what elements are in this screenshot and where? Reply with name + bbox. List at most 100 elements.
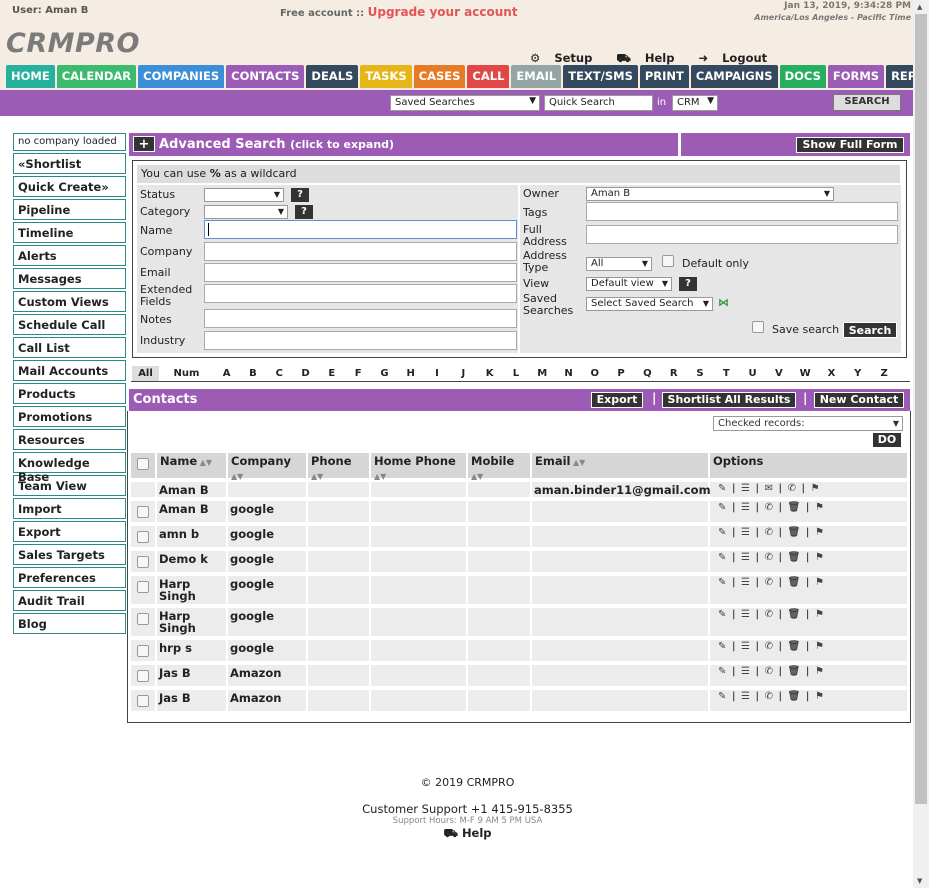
edit-icon[interactable]: ✎ [718,577,727,588]
alpha-filter-z[interactable]: Z [870,366,897,381]
trash-icon[interactable]: 🗑 [788,552,802,563]
list-icon[interactable]: ☰ [741,691,751,702]
email-link[interactable] [532,640,708,661]
flag-icon[interactable]: ⚑ [815,577,825,588]
show-full-form-button[interactable]: Show Full Form [796,137,904,153]
nav-tab-call[interactable]: CALL [467,65,510,88]
flag-icon[interactable]: ⚑ [815,552,825,563]
status-select[interactable]: ▼ [204,188,284,202]
quick-search-input[interactable]: Quick Search [544,95,653,111]
phone-icon[interactable]: ✆ [765,502,774,513]
alpha-filter-h[interactable]: H [397,366,424,381]
name-input[interactable] [204,220,517,239]
mail-icon[interactable]: ✉ [765,483,774,494]
sort-icon[interactable]: ▲▼ [311,472,323,481]
contact-name-link[interactable]: Aman B [157,482,226,497]
search-button[interactable]: SEARCH [833,94,901,111]
sidebar-item-promotions[interactable]: Promotions [13,406,126,427]
contact-name-link[interactable]: Jas B [157,665,226,686]
company-link[interactable]: google [228,551,306,572]
vertical-scrollbar[interactable]: ▲ ▼ [913,0,929,888]
expand-icon[interactable]: + [133,136,155,152]
edit-icon[interactable]: ✎ [718,502,727,513]
contact-name-link[interactable]: hrp s [157,640,226,661]
alpha-filter-c[interactable]: C [265,366,292,381]
alpha-filter-k[interactable]: K [475,366,503,381]
company-link[interactable]: google [228,608,306,636]
row-checkbox[interactable] [137,506,149,518]
phone-icon[interactable]: ✆ [765,609,774,620]
extended-fields-input[interactable] [204,284,517,303]
email-link[interactable] [532,690,708,711]
phone-icon[interactable]: ✆ [765,666,774,677]
column-header-phone[interactable]: Phone ▲▼ [308,453,369,481]
email-link[interactable]: aman.binder11@gmail.com [532,482,711,497]
sidebar-item-mail-accounts[interactable]: Mail Accounts [13,360,126,381]
list-icon[interactable]: ☰ [741,666,751,677]
nav-tab-textsms[interactable]: TEXT/SMS [563,65,638,88]
sidebar-item-schedule-call[interactable]: Schedule Call [13,314,126,335]
do-button[interactable]: DO [873,433,901,447]
sidebar-item-shortlist[interactable]: «Shortlist [13,153,126,174]
phone-icon[interactable]: ✆ [788,483,797,494]
scroll-down-icon[interactable]: ▼ [917,877,922,885]
sidebar-item-knowledge-base[interactable]: Knowledge Base [13,452,126,484]
alpha-filter-w[interactable]: W [791,366,818,381]
nav-tab-email[interactable]: EMAIL [511,65,562,88]
alpha-filter-b[interactable]: B [239,366,266,381]
email-link[interactable] [532,551,708,572]
column-header-name[interactable]: Name ▲▼ [157,453,226,478]
alpha-filter-g[interactable]: G [370,366,398,381]
column-header-email[interactable]: Email ▲▼ [532,453,708,478]
setup-link[interactable]: ⚙ Setup [530,51,602,65]
sidebar-item-pipeline[interactable]: Pipeline [13,199,126,220]
contact-name-link[interactable]: Harp Singh [157,576,226,604]
company-link[interactable]: google [228,640,306,661]
alpha-filter-all[interactable]: All [131,366,159,381]
company-link[interactable]: google [228,526,306,547]
full-address-input[interactable] [586,225,898,244]
trash-icon[interactable]: 🗑 [788,666,802,677]
advanced-search-header[interactable]: + Advanced Search (click to expand) [129,133,678,156]
alpha-filter-j[interactable]: J [449,366,476,381]
list-icon[interactable]: ☰ [741,641,751,652]
sort-icon[interactable]: ▲▼ [570,458,585,467]
alpha-filter-n[interactable]: N [554,366,582,381]
flag-icon[interactable]: ⚑ [815,527,825,538]
view-select[interactable]: Default view ▼ [586,277,672,291]
alpha-filter-q[interactable]: Q [633,366,661,381]
column-header-home-phone[interactable]: Home Phone ▲▼ [371,453,466,481]
sidebar-item-blog[interactable]: Blog [13,613,126,634]
view-help-button[interactable]: ? [679,277,697,291]
nav-tab-tasks[interactable]: TASKS [360,65,412,88]
company-link[interactable]: Amazon [228,690,306,711]
nav-tab-deals[interactable]: DEALS [306,65,359,88]
sidebar-item-custom-views[interactable]: Custom Views [13,291,126,312]
nav-tab-forms[interactable]: FORMS [827,65,885,88]
edit-icon[interactable]: ✎ [718,609,727,620]
phone-icon[interactable]: ✆ [765,527,774,538]
company-input[interactable] [204,242,517,261]
sidebar-item-audit-trail[interactable]: Audit Trail [13,590,126,611]
footer-help-link[interactable]: ⛟ Help [340,826,595,842]
alpha-filter-num[interactable]: Num [159,366,213,381]
trash-icon[interactable]: 🗑 [788,641,802,652]
alpha-filter-m[interactable]: M [528,366,555,381]
alpha-filter-s[interactable]: S [686,366,713,381]
row-checkbox[interactable] [137,695,149,707]
row-checkbox[interactable] [137,645,149,657]
sidebar-item-import[interactable]: Import [13,498,126,519]
sort-icon[interactable]: ▲▼ [471,472,483,481]
search-scope-select[interactable]: CRM ▼ [672,95,718,111]
trash-icon[interactable]: 🗑 [788,609,802,620]
nav-tab-contacts[interactable]: CONTACTS [226,65,305,88]
alpha-filter-o[interactable]: O [581,366,608,381]
alpha-filter-x[interactable]: X [817,366,845,381]
edit-icon[interactable]: ✎ [718,666,727,677]
contact-name-link[interactable]: Demo k [157,551,226,572]
alpha-filter-a[interactable]: A [213,366,240,381]
contact-name-link[interactable]: Harp Singh [157,608,226,636]
nav-tab-docs[interactable]: DOCS [779,65,826,88]
contact-name-link[interactable]: Aman B [157,501,226,522]
alpha-filter-i[interactable]: I [423,366,450,381]
